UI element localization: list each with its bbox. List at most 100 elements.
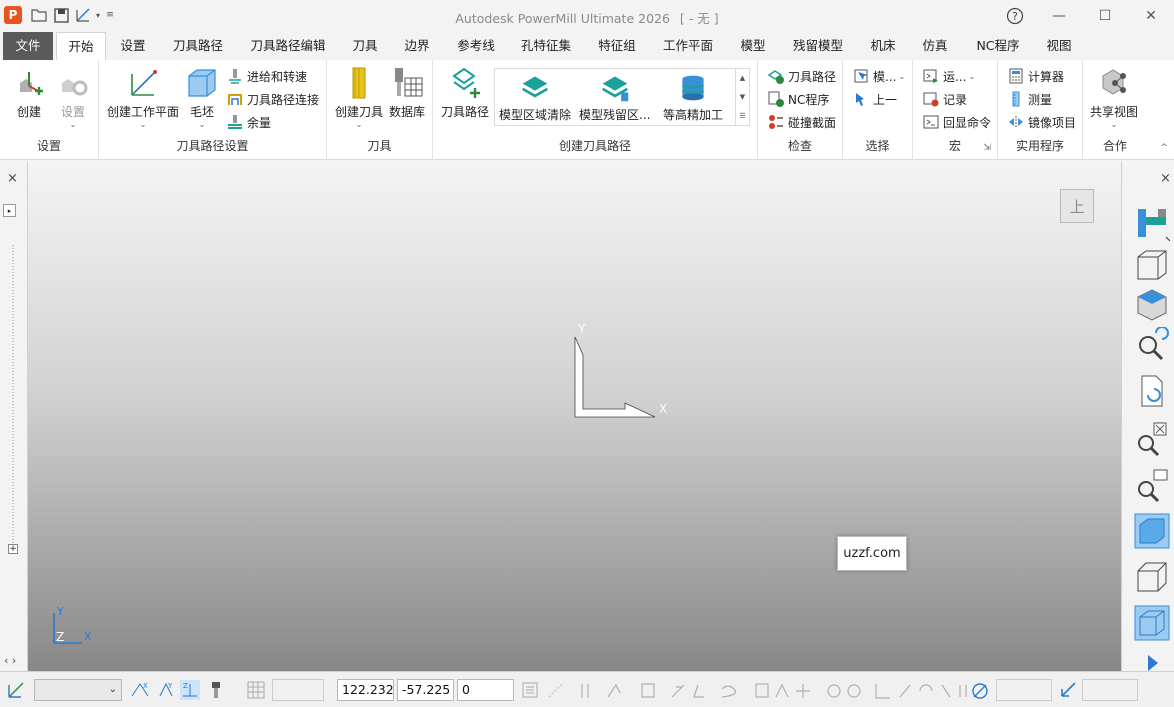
zoom-fit-icon[interactable] bbox=[1134, 421, 1170, 457]
iso-view-icon[interactable] bbox=[1134, 247, 1170, 283]
snap-filter-toolbar[interactable] bbox=[580, 681, 990, 701]
tool-axis-icon[interactable] bbox=[1058, 680, 1078, 700]
zoom-rotate-icon[interactable] bbox=[1134, 327, 1170, 363]
graphics-viewport[interactable]: 上 Y X Y Z X uzzf.com bbox=[28, 161, 1121, 671]
tab-toolpaths[interactable]: 刀具路径 bbox=[164, 32, 232, 60]
macro-record-button[interactable]: 记录 bbox=[923, 89, 967, 109]
quick-access-dropdown-icon[interactable]: ▾ bbox=[93, 6, 103, 24]
tab-home[interactable]: 开始 bbox=[56, 32, 106, 60]
shaded-cube-icon[interactable] bbox=[1134, 513, 1170, 549]
tab-view[interactable]: 视图 bbox=[1037, 32, 1081, 60]
feeds-rapids-button[interactable]: 进给和转速 bbox=[227, 66, 307, 86]
tab-tool[interactable]: 刀具 bbox=[344, 32, 386, 60]
coord-y-field[interactable]: -57.225 bbox=[397, 679, 454, 701]
tab-setup[interactable]: 设置 bbox=[110, 32, 156, 60]
customize-quick-access-icon[interactable]: ≡ bbox=[105, 6, 115, 24]
model-rest-button[interactable]: 模型残留区... bbox=[579, 73, 650, 123]
coord-x-field[interactable]: 122.232 bbox=[337, 679, 394, 701]
refresh-view-icon[interactable] bbox=[1134, 373, 1170, 409]
close-window-button[interactable]: ✕ bbox=[1128, 0, 1174, 32]
select-previous-button[interactable]: 上一 bbox=[853, 89, 897, 109]
check-nc-program-button[interactable]: NC程序 bbox=[768, 89, 829, 109]
machine-view-icon[interactable] bbox=[1134, 205, 1170, 241]
thickness-button[interactable]: 余量 bbox=[227, 112, 271, 132]
coord-z-field[interactable]: 0 bbox=[457, 679, 514, 701]
collapse-ribbon-icon[interactable]: ^ bbox=[1160, 143, 1168, 153]
stock-button[interactable]: 毛坯 ⌄ bbox=[185, 66, 219, 129]
gallery-up-icon[interactable]: ▲ bbox=[740, 74, 745, 82]
mini-axis-y: Y bbox=[56, 605, 64, 618]
select-model-button[interactable]: 模... ⌄ bbox=[853, 66, 905, 86]
tab-hole-feature[interactable]: 孔特征集 bbox=[513, 32, 579, 60]
view-cube-top[interactable]: 上 bbox=[1060, 189, 1094, 223]
tab-toolpath-edit[interactable]: 刀具路径编辑 bbox=[243, 32, 333, 60]
model-area-clearance-button[interactable]: 模型区域清除 bbox=[499, 73, 571, 123]
tab-stock-model[interactable]: 残留模型 bbox=[785, 32, 851, 60]
tab-machine[interactable]: 机床 bbox=[861, 32, 905, 60]
tab-simulation[interactable]: 仿真 bbox=[913, 32, 957, 60]
tolerance-field[interactable] bbox=[996, 679, 1052, 701]
close-view-toolbar-icon[interactable]: × bbox=[1160, 171, 1171, 186]
measure-button[interactable]: 测量 bbox=[1008, 89, 1052, 109]
tool-holder-icon[interactable] bbox=[206, 680, 226, 700]
save-icon[interactable] bbox=[52, 6, 70, 24]
tab-workplane[interactable]: 工作平面 bbox=[655, 32, 721, 60]
tab-file[interactable]: 文件 bbox=[3, 32, 53, 60]
panel-toggle-arrows[interactable]: ‹ › bbox=[4, 654, 16, 667]
settings-label: 设置 bbox=[60, 105, 85, 119]
settings-button[interactable]: 设置 ⌄ bbox=[56, 66, 90, 129]
grid-icon[interactable] bbox=[246, 680, 266, 700]
toolpath-connections-button[interactable]: 刀具路径连接 bbox=[227, 89, 319, 109]
grid-value-field[interactable] bbox=[272, 679, 324, 701]
workplane-quick-icon[interactable] bbox=[74, 6, 92, 24]
tab-boundary[interactable]: 边界 bbox=[396, 32, 438, 60]
tree-expand-icon[interactable]: + bbox=[8, 544, 18, 554]
tab-model[interactable]: 模型 bbox=[731, 32, 775, 60]
help-button[interactable]: ? bbox=[992, 0, 1038, 32]
create-button[interactable]: 创建 bbox=[12, 66, 46, 120]
echo-commands-button[interactable]: 回显命令 bbox=[923, 112, 991, 132]
wireframe-cube-icon[interactable] bbox=[1134, 559, 1170, 595]
maximize-button[interactable]: ☐ bbox=[1082, 0, 1128, 32]
snap-y-icon[interactable]: Y bbox=[156, 680, 176, 700]
toolpath-strategy-icon bbox=[452, 67, 480, 98]
create-workplane-button[interactable]: 创建工作平面 ⌄ bbox=[107, 66, 179, 129]
tab-pattern[interactable]: 参考线 bbox=[448, 32, 504, 60]
zoom-box-icon[interactable] bbox=[1134, 467, 1170, 503]
gallery-expand-icon[interactable]: ☰ bbox=[739, 112, 745, 120]
toolpaths-button[interactable]: 刀具路径 bbox=[441, 66, 489, 120]
collision-section-button[interactable]: 碰撞截面 bbox=[768, 112, 836, 132]
chevron-down-icon: ⌄ bbox=[898, 71, 906, 81]
toolpath-setup-group: 创建工作平面 ⌄ 毛坯 ⌄ 进给和转速 刀具路径连接 余量 刀具路径设置 bbox=[99, 60, 327, 160]
shaded-view-icon[interactable] bbox=[1134, 287, 1170, 323]
gallery-scrollbar[interactable]: ▲ ▼ ☰ bbox=[735, 69, 749, 125]
macro-run-button[interactable]: 运... ⌄ bbox=[923, 66, 975, 86]
cursor-mode-icon[interactable] bbox=[1134, 655, 1170, 671]
create-tool-button[interactable]: 创建刀具 ⌄ bbox=[335, 66, 383, 129]
database-button[interactable]: 数据库 bbox=[389, 66, 425, 120]
expand-arrow-icon[interactable]: ▸ bbox=[3, 204, 16, 217]
gallery-down-icon[interactable]: ▼ bbox=[740, 93, 745, 101]
constant-z-finishing-button[interactable]: 等高精加工 bbox=[663, 73, 723, 123]
shared-views-button[interactable]: 共享视图 ⌄ bbox=[1090, 66, 1138, 129]
snap-z-icon[interactable]: Z bbox=[180, 680, 200, 700]
workplane-status-icon[interactable] bbox=[6, 680, 26, 700]
pick-point-icon[interactable] bbox=[546, 680, 566, 700]
powermill-app-icon[interactable]: P bbox=[4, 6, 22, 24]
tab-nc-program[interactable]: NC程序 bbox=[967, 32, 1029, 60]
open-folder-icon[interactable] bbox=[30, 6, 48, 24]
mirror-button[interactable]: 镜像项目 bbox=[1008, 112, 1076, 132]
check-toolpath-button[interactable]: 刀具路径 bbox=[768, 66, 836, 86]
watermark-badge: uzzf.com bbox=[837, 536, 907, 571]
dialog-launcher-icon[interactable]: ⇲ bbox=[983, 143, 991, 153]
minimize-button[interactable]: — bbox=[1036, 0, 1082, 32]
calculator-button[interactable]: 计算器 bbox=[1008, 66, 1064, 86]
snap-x-icon[interactable]: X bbox=[130, 680, 150, 700]
check-group: 刀具路径 NC程序 碰撞截面 检查 bbox=[758, 60, 843, 160]
stepover-field[interactable] bbox=[1082, 679, 1138, 701]
close-explorer-icon[interactable]: × bbox=[7, 171, 18, 186]
workplane-select[interactable]: ⌄ bbox=[34, 679, 122, 701]
tab-feature-group[interactable]: 特征组 bbox=[590, 32, 644, 60]
coordinate-list-icon[interactable] bbox=[520, 680, 540, 700]
blue-cube-view-icon[interactable] bbox=[1134, 605, 1170, 641]
